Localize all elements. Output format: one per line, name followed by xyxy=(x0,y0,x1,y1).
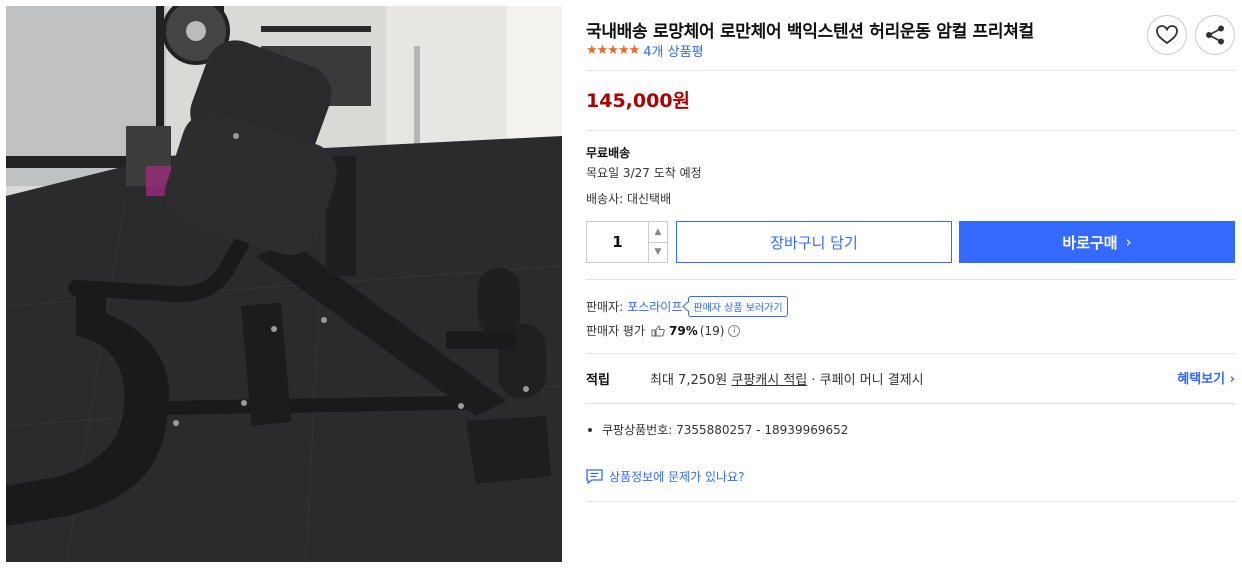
reward-prefix: 최대 7,250원 xyxy=(650,373,732,388)
divider xyxy=(586,70,1235,71)
buy-now-button[interactable]: 바로구매 › xyxy=(959,221,1235,263)
product-title: 국내배송 로망체어 로만체어 백익스텐션 허리운동 암컬 프리쳐컬 xyxy=(586,22,1034,42)
divider xyxy=(586,279,1235,280)
carrier-info: 배송사: 대신택배 xyxy=(586,192,672,206)
chevron-right-icon: › xyxy=(1125,233,1132,251)
report-issue-label: 상품정보에 문제가 있나요? xyxy=(609,470,745,484)
info-icon[interactable]: i xyxy=(728,324,741,337)
thumbs-up-icon xyxy=(651,324,665,336)
seller-rating-count: (19) xyxy=(699,323,725,338)
product-photo[interactable] xyxy=(6,6,562,562)
price: 145,000원 xyxy=(586,90,691,112)
quantity-stepper[interactable]: ▲ ▼ xyxy=(586,221,668,263)
roman-chair-illustration xyxy=(6,6,562,562)
arrival-date: 목요일 3/27 도착 예정 xyxy=(586,166,702,180)
quantity-steps: ▲ ▼ xyxy=(648,222,667,262)
chat-report-icon xyxy=(586,469,603,484)
report-issue-link[interactable]: 상품정보에 문제가 있나요? xyxy=(586,468,744,485)
chevron-up-icon[interactable]: ▲ xyxy=(649,222,667,243)
reward-suffix: · 쿠페이 머니 결제시 xyxy=(807,373,924,388)
seller-rating-percent: 79% xyxy=(669,323,698,338)
seller-row: 판매자: 포스라이프 판매자 상품 보러가기 xyxy=(586,296,788,317)
divider xyxy=(586,403,1235,404)
divider xyxy=(586,130,1235,131)
share-icon xyxy=(1206,25,1224,45)
star-rating-icon: ★★★★★ xyxy=(586,42,640,58)
divider xyxy=(586,353,1235,354)
seller-products-button[interactable]: 판매자 상품 보러가기 xyxy=(688,296,788,317)
product-id-row: 쿠팡상품번호: 7355880257 - 18939969652 xyxy=(586,421,848,438)
quantity-input[interactable] xyxy=(587,222,648,262)
bullet-icon xyxy=(588,427,592,432)
rating-summary[interactable]: ★★★★★ 4개 상품평 xyxy=(586,41,704,60)
chevron-down-icon[interactable]: ▼ xyxy=(649,243,667,263)
shipping-label: 무료배송 xyxy=(586,146,631,160)
product-id: 쿠팡상품번호: 7355880257 - 18939969652 xyxy=(602,423,849,437)
view-benefits-link[interactable]: 혜택보기 › xyxy=(1177,368,1235,387)
heart-icon xyxy=(1156,25,1178,45)
product-info-panel: 국내배송 로망체어 로만체어 백익스텐션 허리운동 암컬 프리쳐컬 ★★★★★ … xyxy=(586,0,1235,568)
review-count-link[interactable]: 4개 상품평 xyxy=(643,41,703,60)
reward-description: 최대 7,250원 쿠팡캐시 적립 · 쿠페이 머니 결제시 xyxy=(650,369,924,388)
seller-name-link[interactable]: 포스라이프 xyxy=(627,298,682,315)
add-to-cart-label: 장바구니 담기 xyxy=(770,233,858,252)
divider xyxy=(586,501,1235,502)
share-button[interactable] xyxy=(1195,15,1235,55)
add-to-cart-button[interactable]: 장바구니 담기 xyxy=(676,221,952,263)
reward-label: 적립 xyxy=(586,373,610,388)
seller-rating-label: 판매자 평가 xyxy=(586,324,646,338)
seller-label: 판매자: xyxy=(586,300,624,314)
title-row: 국내배송 로망체어 로만체어 백익스텐션 허리운동 암컬 프리쳐컬 ★★★★★ … xyxy=(586,15,1235,65)
buy-now-label: 바로구매 xyxy=(1062,233,1118,252)
wishlist-button[interactable] xyxy=(1147,15,1187,55)
coupang-cash-link[interactable]: 쿠팡캐시 적립 xyxy=(731,373,807,388)
seller-rating: 판매자 평가 79% (19) i xyxy=(586,322,741,339)
